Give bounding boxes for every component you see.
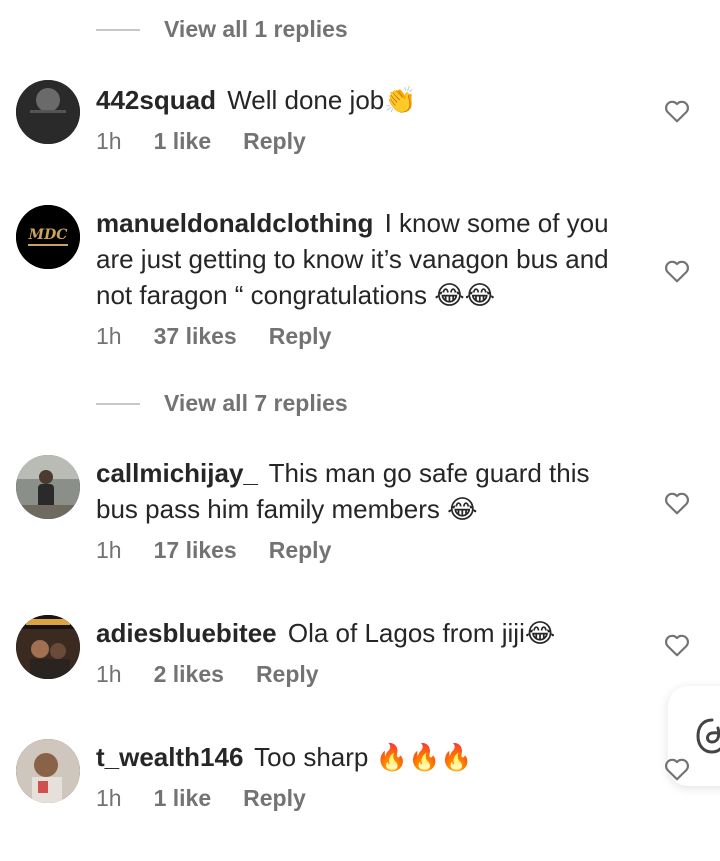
comment-text: Too sharp [254, 742, 369, 772]
avatar[interactable] [16, 739, 80, 803]
heart-outline-icon[interactable] [664, 491, 690, 515]
reply-button[interactable]: Reply [256, 661, 319, 688]
comment-meta: 1h 2 likes Reply [96, 661, 319, 688]
comment-likes[interactable]: 2 likes [154, 661, 224, 688]
comment-body: manueldonaldclothing I know some of you … [96, 205, 636, 314]
comment-likes[interactable]: 1 like [154, 128, 212, 155]
comment-text: Ola of Lagos from jiji [287, 618, 525, 648]
comment-time: 1h [96, 128, 122, 154]
comment-likes[interactable]: 37 likes [154, 323, 237, 350]
comment-emoji: 😂😂 [434, 281, 495, 311]
svg-text:MDC: MDC [28, 227, 68, 243]
reply-button[interactable]: Reply [269, 323, 332, 350]
replies-divider [96, 402, 140, 405]
comment-time: 1h [96, 785, 122, 811]
comment-meta: 1h 17 likes Reply [96, 537, 331, 564]
comment-emoji: 🔥🔥🔥 [375, 743, 473, 773]
view-replies-label: View all 1 replies [164, 16, 348, 42]
heart-outline-icon[interactable] [664, 757, 690, 781]
replies-divider [96, 28, 140, 31]
threads-logo-icon [696, 718, 720, 754]
comment-meta: 1h 1 like Reply [96, 785, 306, 812]
comment-emoji: 😂 [447, 495, 478, 525]
comment-emoji: 👏 [384, 86, 417, 116]
comment-username[interactable]: callmichijay_ [96, 458, 258, 488]
comment-username[interactable]: adiesbluebitee [96, 618, 277, 648]
comment-likes[interactable]: 1 like [154, 785, 212, 812]
heart-outline-icon[interactable] [664, 259, 690, 283]
comment-username[interactable]: manueldonaldclothing [96, 208, 373, 238]
comment-meta: 1h 37 likes Reply [96, 323, 331, 350]
heart-outline-icon[interactable] [664, 633, 690, 657]
comment-likes[interactable]: 17 likes [154, 537, 237, 564]
view-replies-button[interactable]: View all 1 replies [96, 16, 348, 43]
comment-emoji: 😂 [524, 619, 556, 649]
comment-text: Well done job [227, 85, 385, 115]
comment-time: 1h [96, 537, 122, 563]
avatar[interactable] [16, 615, 80, 679]
comments-panel: View all 1 replies 442squad Well done jo… [0, 0, 720, 861]
comment-body: t_wealth146 Too sharp 🔥🔥🔥 [96, 739, 636, 776]
avatar[interactable]: MDC [16, 205, 80, 269]
comment-body: 442squad Well done job👏 [96, 82, 636, 119]
view-replies-button[interactable]: View all 7 replies [96, 390, 348, 417]
comment-body: adiesbluebitee Ola of Lagos from jiji😂 [96, 615, 636, 652]
comment-username[interactable]: t_wealth146 [96, 742, 243, 772]
avatar[interactable] [16, 80, 80, 144]
comment-time: 1h [96, 323, 122, 349]
view-replies-label: View all 7 replies [164, 390, 348, 416]
comment-meta: 1h 1 like Reply [96, 128, 306, 155]
comment-username[interactable]: 442squad [96, 85, 216, 115]
comment-body: callmichijay_ This man go safe guard thi… [96, 455, 636, 528]
reply-button[interactable]: Reply [243, 128, 306, 155]
reply-button[interactable]: Reply [243, 785, 306, 812]
reply-button[interactable]: Reply [269, 537, 332, 564]
heart-outline-icon[interactable] [664, 99, 690, 123]
avatar[interactable] [16, 455, 80, 519]
comment-time: 1h [96, 661, 122, 687]
